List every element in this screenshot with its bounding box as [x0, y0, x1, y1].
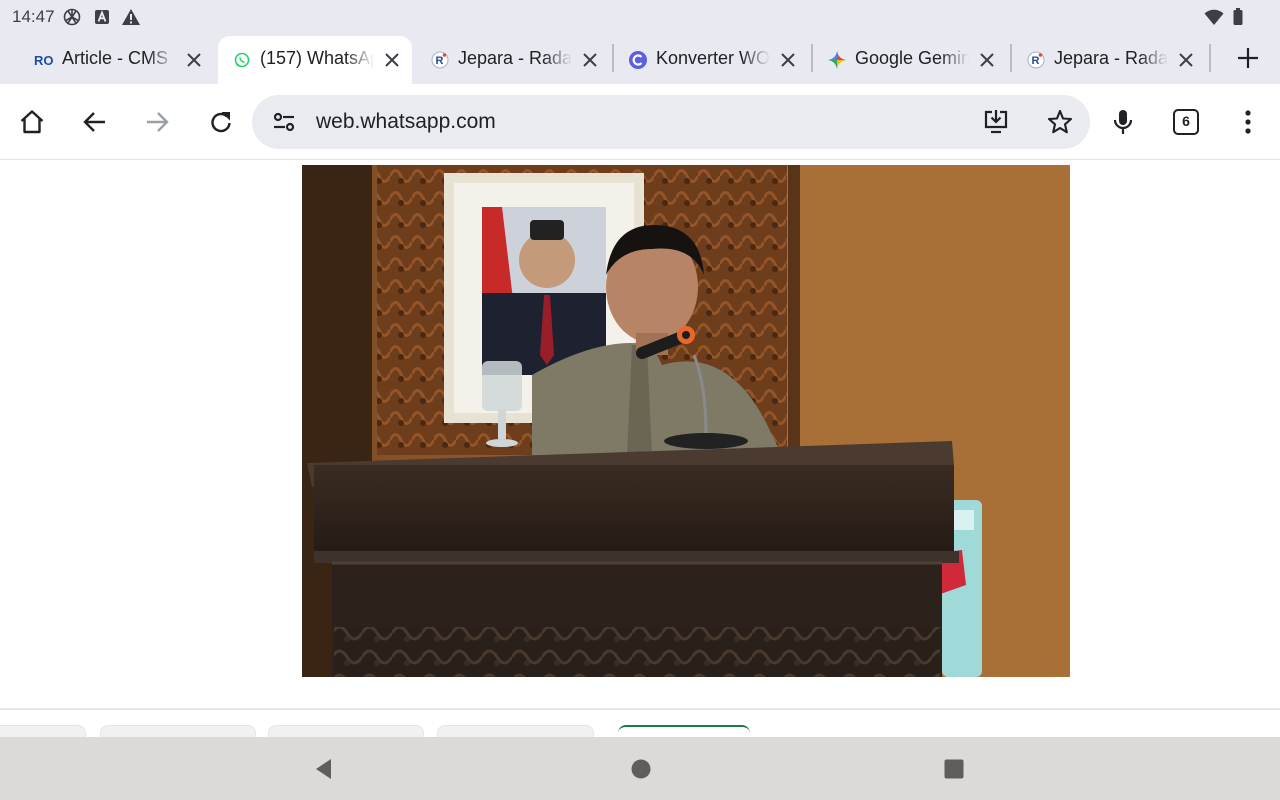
gemini-icon [828, 51, 846, 69]
close-icon[interactable] [184, 50, 204, 70]
filter-chip-active[interactable] [618, 725, 750, 737]
close-icon[interactable] [580, 50, 600, 70]
text-a-icon [95, 10, 109, 24]
close-icon[interactable] [382, 50, 402, 70]
tab-jepara-radar[interactable]: R Jepara - Radar [1012, 36, 1208, 84]
filter-chip[interactable] [437, 725, 594, 737]
status-time: 14:47 [12, 7, 55, 26]
openai-icon [63, 8, 81, 26]
site-settings-icon[interactable] [270, 108, 298, 136]
toolbar: web.whatsapp.com 6 [0, 84, 1280, 160]
status-bar: 14:47 [0, 0, 1280, 34]
tab-title: Jepara - Radar [458, 48, 572, 68]
tab-jepara-radar[interactable]: R Jepara - Radar [416, 36, 612, 84]
radar-logo-icon: R [1027, 51, 1045, 69]
reload-icon[interactable] [207, 108, 235, 136]
bookmark-star-icon[interactable] [1046, 108, 1074, 136]
back-triangle-icon[interactable] [312, 757, 336, 781]
more-menu-icon[interactable] [1234, 108, 1262, 136]
radar-logo-icon: R [431, 51, 449, 69]
tab-title: (157) WhatsApp [260, 48, 374, 68]
svg-text:R: R [1032, 55, 1040, 67]
home-icon[interactable] [18, 108, 46, 136]
home-circle-icon[interactable] [629, 757, 653, 781]
tab-strip: RO Article - CMS (157) WhatsApp R Jepara… [0, 34, 1280, 84]
install-app-icon[interactable] [982, 108, 1010, 136]
tab-whatsapp[interactable]: (157) WhatsApp [218, 36, 412, 84]
forward-arrow-icon[interactable] [143, 108, 171, 136]
tab-title: Konverter WORD [656, 48, 770, 68]
konverter-icon [629, 51, 647, 69]
divider [0, 708, 1280, 710]
ro-logo-icon: RO [34, 53, 54, 68]
page-content [0, 160, 1280, 737]
tab-switcher-button[interactable]: 6 [1173, 109, 1199, 135]
back-arrow-icon[interactable] [81, 108, 109, 136]
recents-square-icon[interactable] [942, 757, 966, 781]
whatsapp-icon [234, 52, 250, 68]
tab-title: Article - CMS [62, 48, 169, 68]
new-tab-icon[interactable] [1234, 44, 1262, 72]
close-icon[interactable] [977, 50, 997, 70]
url-text[interactable]: web.whatsapp.com [316, 110, 496, 134]
media-photo[interactable] [302, 165, 1070, 677]
svg-text:RO: RO [34, 53, 54, 68]
filter-chip[interactable] [268, 725, 424, 737]
tab-title: Google Gemini [855, 48, 969, 68]
tab-article-cms[interactable]: RO Article - CMS [20, 36, 220, 84]
tab-konverter-word[interactable]: Konverter WORD [614, 36, 810, 84]
svg-text:R: R [436, 55, 444, 67]
close-icon[interactable] [1176, 50, 1196, 70]
warning-icon [122, 9, 140, 25]
microphone-icon[interactable] [1109, 108, 1137, 136]
tab-title: Jepara - Radar [1054, 48, 1168, 68]
tab-divider [1209, 44, 1211, 72]
battery-icon [1233, 8, 1243, 25]
filter-chip[interactable] [100, 725, 256, 737]
wifi-icon [1204, 9, 1224, 25]
close-icon[interactable] [778, 50, 798, 70]
filter-chip[interactable] [0, 725, 86, 737]
address-bar[interactable]: web.whatsapp.com [252, 95, 1090, 149]
system-nav-bar [0, 737, 1280, 800]
tab-google-gemini[interactable]: Google Gemini [813, 36, 1009, 84]
